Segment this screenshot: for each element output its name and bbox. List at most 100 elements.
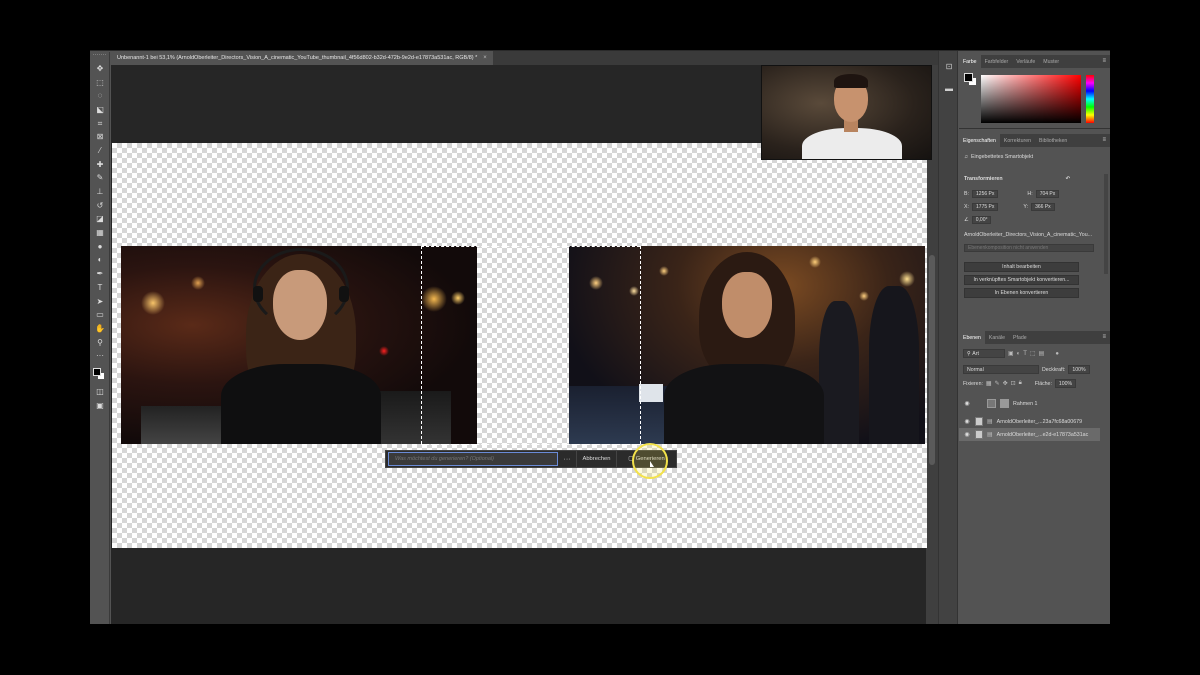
crop-tool-icon[interactable]: ⌗ [90, 117, 110, 131]
rectangle-tool-icon[interactable]: ▭ [90, 308, 110, 322]
color-chips[interactable] [964, 73, 978, 87]
angle-field[interactable]: 0,00° [971, 216, 992, 224]
filter-pixel-icon[interactable]: ▣ [1008, 350, 1014, 357]
marquee-tool-icon[interactable]: ⬚ [90, 76, 110, 90]
dodge-tool-icon[interactable]: ◐ [90, 254, 110, 268]
more-tools-icon[interactable]: ··· [90, 349, 110, 363]
more-options-button[interactable]: ··· [558, 456, 576, 463]
healing-brush-tool-icon[interactable]: ✚ [90, 158, 110, 172]
layer-name: Rahmen 1 [1013, 400, 1038, 407]
blur-tool-icon[interactable]: ● [90, 240, 110, 254]
lock-row: Fixieren: ▦ ✎ ✥ ⊡ 🔒︎ Fläche: 100% [963, 379, 1077, 388]
type-tool-icon[interactable]: T [90, 281, 110, 295]
layer-row[interactable]: ◉ Rahmen 1 [959, 397, 1100, 410]
panel-menu-icon[interactable]: ≡ [1102, 334, 1106, 340]
width-label: B: [964, 191, 970, 197]
properties-scrollbar[interactable] [1104, 174, 1108, 274]
tab-eigenschaften[interactable]: Eigenschaften [959, 134, 1000, 147]
fill-field[interactable]: 100% [1054, 379, 1077, 388]
path-select-tool-icon[interactable]: ➤ [90, 295, 110, 309]
visibility-eye-icon[interactable]: ◉ [963, 400, 971, 407]
object-select-tool-icon[interactable]: ⬕ [90, 103, 110, 117]
gradient-tool-icon[interactable]: ▦ [90, 226, 110, 240]
layer-row-selected[interactable]: ◉ ▤ ArnoldOberleiter_...e2d-e17873a531ac [959, 428, 1100, 441]
history-brush-tool-icon[interactable]: ↺ [90, 199, 110, 213]
edit-contents-button[interactable]: Inhalt bearbeiten [964, 262, 1079, 272]
layer-name: ArnoldOberleiter_...23a7fc68a00679 [996, 418, 1083, 425]
comments-panel-icon[interactable]: ▬ [939, 81, 959, 95]
hue-slider[interactable] [1086, 75, 1094, 123]
history-panel-icon[interactable]: ⊡ [939, 59, 959, 73]
photoshop-window: ✥ ⬚ ◌ ⬕ ⌗ ⊠ ⁄ ✚ ✎ ⊥ ↺ ◪ ▦ ● ◐ ✒ T ➤ ▭ ✋ ⚲ ··· ◫ ▣ Unbenannt-1 … [90, 50, 1110, 624]
panel-menu-icon[interactable]: ≡ [1102, 58, 1106, 64]
close-icon[interactable]: × [483, 55, 487, 61]
layers-panel: Ebenen Kanäle Pfade ≡ ⚲ Art ▣ ◐ T ⬚ ▤ ● … [959, 331, 1110, 624]
image-layer-right[interactable] [569, 246, 925, 444]
toolbar-grip[interactable] [93, 54, 106, 60]
filter-smart-icon[interactable]: ▤ [1039, 350, 1045, 357]
eraser-tool-icon[interactable]: ◪ [90, 213, 110, 227]
tab-verlaeufe[interactable]: Verläufe [1012, 55, 1039, 68]
cancel-button[interactable]: Abbrechen [576, 451, 616, 467]
reset-transform-icon[interactable]: ↶ [1066, 176, 1070, 182]
pen-tool-icon[interactable]: ✒ [90, 267, 110, 281]
tab-pfade[interactable]: Pfade [1009, 331, 1031, 344]
panel-menu-icon[interactable]: ≡ [1102, 137, 1106, 143]
tab-farbfelder[interactable]: Farbfelder [981, 55, 1013, 68]
foreground-color-chip[interactable] [964, 73, 973, 82]
convert-linked-button[interactable]: In verknüpftes Smartobjekt konvertieren.… [964, 275, 1079, 285]
filter-toggle-icon[interactable]: ● [1055, 351, 1059, 357]
filter-shape-icon[interactable]: ⬚ [1030, 350, 1036, 357]
webcam-overlay [761, 65, 932, 160]
generative-prompt-input[interactable] [388, 452, 558, 466]
artboard[interactable] [112, 143, 927, 548]
opacity-label: Deckkraft: [1042, 366, 1066, 373]
clone-stamp-tool-icon[interactable]: ⊥ [90, 185, 110, 199]
color-picker-field[interactable] [981, 75, 1081, 123]
smart-object-type-row: ♫ Eingebettetes Smartobjekt [964, 154, 1033, 160]
filter-adjust-icon[interactable]: ◐ [1017, 351, 1021, 357]
lock-all-icon[interactable]: 🔒︎ [1019, 380, 1022, 387]
brush-tool-icon[interactable]: ✎ [90, 172, 110, 186]
hand-tool-icon[interactable]: ✋ [90, 322, 110, 336]
lock-artboard-icon[interactable]: ⊡ [1011, 380, 1016, 387]
layer-row[interactable]: ◉ ▤ ArnoldOberleiter_...23a7fc68a00679 [959, 415, 1100, 428]
tab-ebenen[interactable]: Ebenen [959, 331, 985, 344]
y-field[interactable]: 366 Px [1031, 203, 1055, 211]
frame-tool-icon[interactable]: ⊠ [90, 130, 110, 144]
lock-transparent-icon[interactable]: ▦ [986, 380, 992, 387]
x-field[interactable]: 1775 Px [972, 203, 999, 211]
tools-panel: ✥ ⬚ ◌ ⬕ ⌗ ⊠ ⁄ ✚ ✎ ⊥ ↺ ◪ ▦ ● ◐ ✒ T ➤ ▭ ✋ ⚲ ··· ◫ ▣ [90, 52, 110, 624]
lasso-tool-icon[interactable]: ◌ [90, 89, 110, 103]
move-tool-icon[interactable]: ✥ [90, 62, 110, 76]
eyedropper-tool-icon[interactable]: ⁄ [90, 144, 110, 158]
tab-kanaele[interactable]: Kanäle [985, 331, 1009, 344]
layer-filter-dropdown[interactable]: ⚲ Art [963, 349, 1005, 358]
opacity-field[interactable]: 100% [1068, 365, 1090, 374]
lock-label: Fixieren: [963, 380, 983, 387]
tab-farbe[interactable]: Farbe [959, 55, 981, 68]
blend-mode-dropdown[interactable]: Normal [963, 365, 1039, 374]
screen-mode-icon[interactable]: ▣ [90, 399, 110, 413]
tab-korrekturen[interactable]: Korrekturen [1000, 134, 1035, 147]
convert-layers-button[interactable]: In Ebenen konvertieren [964, 288, 1079, 298]
lock-pixels-icon[interactable]: ✎ [995, 380, 1000, 387]
visibility-eye-icon[interactable]: ◉ [963, 431, 971, 438]
layer-comp-dropdown[interactable]: Ebenenkomposition nicht anwenden [964, 244, 1094, 252]
filter-type-icon[interactable]: T [1023, 351, 1027, 357]
visibility-eye-icon[interactable]: ◉ [963, 418, 971, 425]
quick-mask-icon[interactable]: ◫ [90, 385, 110, 399]
width-field[interactable]: 1256 Px [972, 190, 999, 198]
tab-bibliotheken[interactable]: Bibliotheken [1035, 134, 1071, 147]
blend-row: Normal Deckkraft: 100% [963, 365, 1090, 374]
lock-position-icon[interactable]: ✥ [1003, 380, 1008, 387]
angle-row: ∠ 0,00° [964, 216, 992, 224]
scrollbar-thumb[interactable] [929, 255, 935, 465]
image-layer-left[interactable] [121, 246, 477, 444]
tab-muster[interactable]: Muster [1039, 55, 1063, 68]
height-field[interactable]: 704 Px [1035, 190, 1060, 198]
color-swatches[interactable] [90, 363, 110, 385]
foreground-color-swatch[interactable] [93, 368, 101, 377]
document-tab[interactable]: Unbenannt-1 bei 53,1% (ArnoldOberleiter_… [111, 51, 493, 65]
zoom-tool-icon[interactable]: ⚲ [90, 336, 110, 350]
